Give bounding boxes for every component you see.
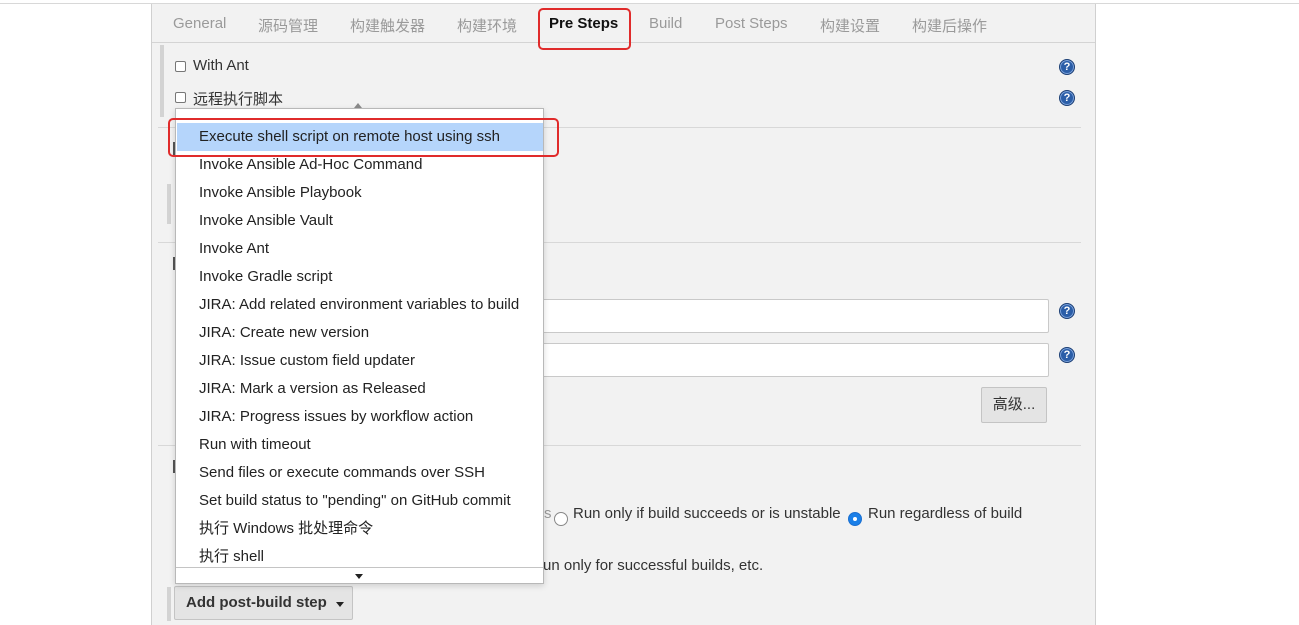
- section-left-bar: [160, 45, 164, 117]
- with-ant-label: With Ant: [193, 57, 249, 74]
- dropdown-item[interactable]: Run with timeout: [177, 431, 543, 459]
- tab-build-triggers[interactable]: 构建触发器: [350, 15, 425, 36]
- remote-script-checkbox[interactable]: [175, 92, 186, 103]
- help-icon[interactable]: ?: [1059, 59, 1075, 75]
- dropdown-item[interactable]: JIRA: Add related environment variables …: [177, 291, 543, 319]
- dropdown-item[interactable]: JIRA: Issue custom field updater: [177, 347, 543, 375]
- goals-options-input[interactable]: [537, 343, 1049, 377]
- step-left-bar: [167, 184, 171, 224]
- tab-build-environment[interactable]: 构建环境: [457, 15, 517, 36]
- radio-option-label-partial: s: [544, 505, 552, 522]
- radio-regardless[interactable]: [848, 512, 862, 526]
- chevron-down-icon[interactable]: [355, 574, 363, 579]
- help-icon[interactable]: ?: [1059, 347, 1075, 363]
- dropdown-item[interactable]: JIRA: Progress issues by workflow action: [177, 403, 543, 431]
- step-left-bar: [167, 587, 171, 621]
- tab-source-control[interactable]: 源码管理: [258, 15, 318, 36]
- dropdown-item[interactable]: Execute shell script on remote host usin…: [177, 123, 543, 151]
- add-step-dropdown-menu[interactable]: Execute shell script on remote host usin…: [175, 103, 544, 584]
- tab-build[interactable]: Build: [649, 15, 682, 32]
- root-pom-input[interactable]: [537, 299, 1049, 333]
- help-icon[interactable]: ?: [1059, 303, 1075, 319]
- remote-script-label: 远程执行脚本: [193, 91, 284, 108]
- tab-bar: General 源码管理 构建触发器 构建环境 Pre Steps Build …: [152, 4, 1095, 43]
- chevron-up-icon: [354, 103, 362, 108]
- tab-pre-steps[interactable]: Pre Steps: [549, 15, 618, 32]
- dropdown-item[interactable]: Invoke Gradle script: [177, 263, 543, 291]
- radio-success-or-unstable[interactable]: [554, 512, 568, 526]
- dropdown-item[interactable]: Send files or execute commands over SSH: [177, 459, 543, 487]
- dropdown-item[interactable]: JIRA: Mark a version as Released: [177, 375, 543, 403]
- dropdown-scroll-footer[interactable]: [176, 567, 543, 583]
- tab-post-steps[interactable]: Post Steps: [715, 15, 788, 32]
- dropdown-item[interactable]: 执行 Windows 批处理命令: [177, 515, 543, 543]
- dropdown-item[interactable]: Invoke Ant: [177, 235, 543, 263]
- add-post-build-step-button[interactable]: Add post-build step: [174, 586, 353, 620]
- dropdown-item[interactable]: Invoke Ansible Playbook: [177, 179, 543, 207]
- dropdown-item[interactable]: Invoke Ansible Vault: [177, 207, 543, 235]
- add-post-build-step-label: Add post-build step: [186, 594, 327, 611]
- chevron-down-icon: [336, 602, 344, 607]
- tab-general[interactable]: General: [173, 15, 226, 32]
- tab-post-build-actions[interactable]: 构建后操作: [912, 15, 987, 36]
- tab-build-settings[interactable]: 构建设置: [820, 15, 880, 36]
- dropdown-item[interactable]: Set build status to "pending" on GitHub …: [177, 487, 543, 515]
- help-icon[interactable]: ?: [1059, 90, 1075, 106]
- post-steps-note: un only for successful builds, etc.: [543, 557, 764, 574]
- radio-success-or-unstable-label: Run only if build succeeds or is unstabl…: [573, 505, 841, 522]
- dropdown-item[interactable]: JIRA: Create new version: [177, 319, 543, 347]
- dropdown-item[interactable]: Invoke Ansible Ad-Hoc Command: [177, 151, 543, 179]
- with-ant-checkbox[interactable]: [175, 61, 186, 72]
- advanced-button[interactable]: 高级...: [981, 387, 1047, 423]
- radio-regardless-label: Run regardless of build: [868, 505, 1023, 522]
